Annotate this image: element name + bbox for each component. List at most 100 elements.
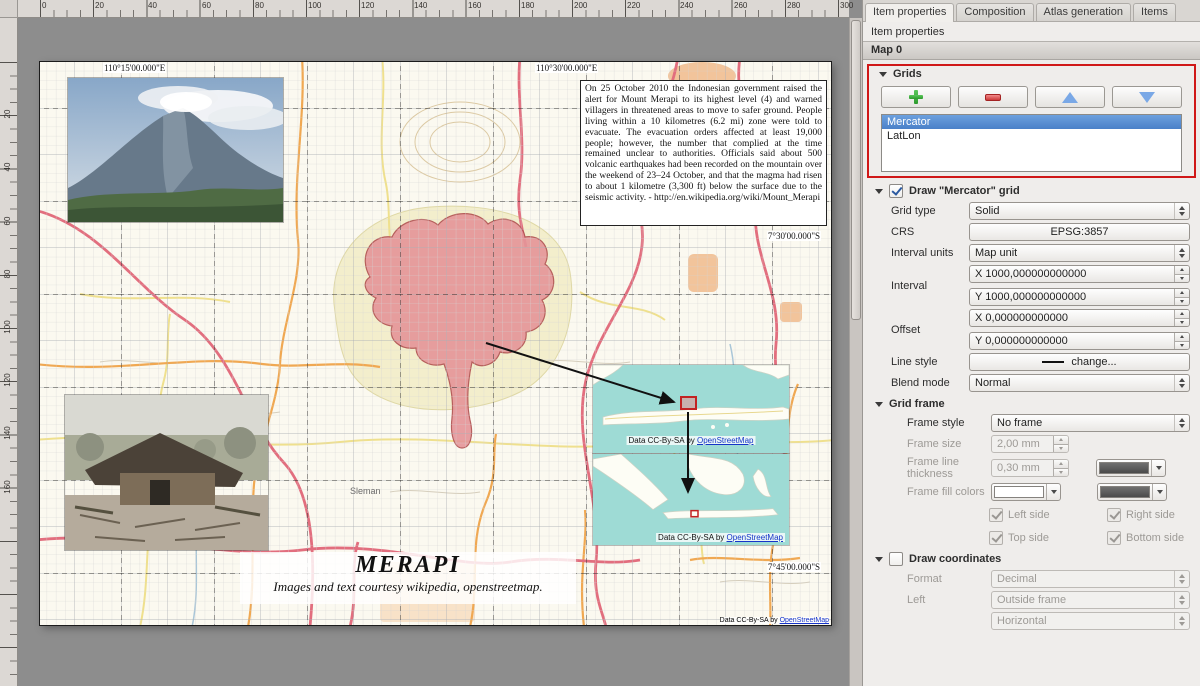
interval-y-input[interactable]: Y 1000,000000000000 (969, 288, 1190, 306)
frame-line-thickness-label: Frame line thickness (873, 456, 991, 480)
expander-icon (875, 557, 883, 562)
plus-icon (909, 90, 923, 104)
inset-map-indonesia[interactable]: Data CC-By-SA by OpenStreetMap (593, 454, 789, 545)
spin-buttons[interactable] (1174, 333, 1189, 349)
bottom-side-option[interactable]: Bottom side (1107, 531, 1192, 545)
ruler-mark: 60 (202, 1, 211, 10)
draw-grid-checkbox[interactable] (889, 184, 903, 198)
ruler-mark: 100 (3, 317, 13, 337)
ruler-mark: 300 (840, 1, 853, 10)
ruler-mark: 220 (627, 1, 640, 10)
tab-items[interactable]: Items (1133, 3, 1176, 21)
grid-frame-label: Grid frame (889, 398, 945, 410)
grids-group-header[interactable]: Grids (875, 66, 1188, 84)
dropdown-arrows-icon (1174, 245, 1189, 261)
interval-units-select[interactable]: Map unit (969, 244, 1190, 262)
left-frame-position-select[interactable]: Outside frame (991, 591, 1190, 609)
draw-coordinates-header[interactable]: Draw coordinates (875, 552, 1192, 566)
remove-grid-button[interactable] (958, 86, 1028, 108)
composition-canvas[interactable]: On 25 October 2010 the Indonesian govern… (18, 18, 849, 686)
map-title-item[interactable]: MERAPI Images and text courtesy wikipedi… (240, 552, 576, 604)
left-side-checkbox[interactable] (989, 508, 1003, 522)
spin-buttons[interactable] (1174, 266, 1189, 282)
spin-buttons[interactable] (1053, 436, 1068, 452)
dropdown-arrows-icon (1174, 415, 1189, 431)
volcano-photo[interactable] (68, 78, 283, 222)
dropdown-arrows-icon (1174, 592, 1189, 608)
map-subtitle: Images and text courtesy wikipedia, open… (240, 579, 576, 595)
up-arrow-icon (1062, 92, 1078, 103)
format-select[interactable]: Decimal (991, 570, 1190, 588)
ruler-mark: 0 (42, 1, 46, 10)
frame-line-thickness-input[interactable]: 0,30 mm (991, 459, 1069, 477)
draw-grid-row: Draw "Mercator" grid (875, 184, 1192, 198)
grid-coordinate-label: 110°15'00.000"E (103, 63, 166, 73)
scrollbar-thumb[interactable] (851, 20, 861, 320)
draw-coordinates-checkbox[interactable] (889, 552, 903, 566)
ruler-mark: 140 (414, 1, 427, 10)
openstreetmap-link[interactable]: OpenStreetMap (780, 617, 829, 624)
spin-buttons[interactable] (1174, 310, 1189, 326)
tab-item-properties[interactable]: Item properties (865, 3, 954, 22)
composition-page[interactable]: On 25 October 2010 the Indonesian govern… (40, 62, 831, 625)
grid-type-select[interactable]: Solid (969, 202, 1190, 220)
grid-coordinate-label: 7°30'00.000"S (767, 231, 821, 241)
grid-type-label: Grid type (873, 205, 969, 217)
draw-grid-label: Draw "Mercator" grid (909, 185, 1020, 197)
ruler-mark: 280 (787, 1, 800, 10)
grid-coordinate-label: 110°30'00.000"E (535, 63, 598, 73)
tab-atlas-generation[interactable]: Atlas generation (1036, 3, 1132, 21)
left-side-option[interactable]: Left side (989, 508, 1107, 522)
grid-coordinate-label: 7°45'00.000"S (767, 562, 821, 572)
info-text-item[interactable]: On 25 October 2010 the Indonesian govern… (580, 80, 827, 226)
bottom-side-checkbox[interactable] (1107, 531, 1121, 545)
move-grid-down-button[interactable] (1112, 86, 1182, 108)
ruler-mark: 40 (148, 1, 157, 10)
frame-fill-color2-button[interactable] (1097, 483, 1167, 501)
draw-coordinates-label: Draw coordinates (909, 553, 1001, 565)
frame-style-label: Frame style (873, 417, 991, 429)
line-style-change-button[interactable]: change... (969, 353, 1190, 371)
ruler-mark: 20 (95, 1, 104, 10)
offset-x-input[interactable]: X 0,000000000000 (969, 309, 1190, 327)
crs-button[interactable]: EPSG:3857 (969, 223, 1190, 241)
color-swatch (994, 486, 1044, 498)
offset-label: Offset (873, 324, 969, 336)
ruler-mark: 120 (361, 1, 374, 10)
openstreetmap-link[interactable]: OpenStreetMap (697, 436, 753, 445)
frame-line-color-button[interactable] (1096, 459, 1166, 477)
canvas-vertical-scrollbar[interactable] (849, 18, 862, 686)
move-grid-up-button[interactable] (1035, 86, 1105, 108)
right-side-checkbox[interactable] (1107, 508, 1121, 522)
line-style-label: Line style (873, 356, 969, 368)
frame-size-input[interactable]: 2,00 mm (991, 435, 1069, 453)
frame-size-label: Frame size (873, 438, 991, 450)
top-side-option[interactable]: Top side (989, 531, 1107, 545)
interval-label: Interval (873, 280, 969, 292)
offset-y-input[interactable]: Y 0,000000000000 (969, 332, 1190, 350)
destroyed-house-photo[interactable] (65, 395, 268, 550)
coordinate-direction-select[interactable]: Horizontal (991, 612, 1190, 630)
spin-buttons[interactable] (1174, 289, 1189, 305)
ruler-mark: 140 (3, 423, 13, 443)
grid-frame-section-header[interactable]: Grid frame (875, 398, 1192, 410)
blend-mode-select[interactable]: Normal (969, 374, 1190, 392)
frame-fill-colors-label: Frame fill colors (873, 486, 991, 498)
tab-composition[interactable]: Composition (956, 3, 1033, 21)
spin-buttons[interactable] (1053, 460, 1068, 476)
frame-style-select[interactable]: No frame (991, 414, 1190, 432)
top-side-checkbox[interactable] (989, 531, 1003, 545)
right-side-option[interactable]: Right side (1107, 508, 1192, 522)
openstreetmap-link[interactable]: OpenStreetMap (727, 533, 783, 542)
frame-fill-color1-button[interactable] (991, 483, 1061, 501)
ruler-mark: 200 (574, 1, 587, 10)
inset-attribution: Data CC-By-SA by OpenStreetMap (627, 436, 756, 445)
interval-x-input[interactable]: X 1000,000000000000 (969, 265, 1190, 283)
add-grid-button[interactable] (881, 86, 951, 108)
grid-list-item-latlon[interactable]: LatLon (882, 129, 1181, 143)
grid-list-item-mercator[interactable]: Mercator (882, 115, 1181, 129)
expander-icon[interactable] (875, 189, 883, 194)
inset-map-java[interactable]: Data CC-By-SA by OpenStreetMap (593, 365, 789, 453)
qgis-print-composer-window: 0 20 40 60 80 100 120 140 160 180 200 22… (0, 0, 1200, 686)
ruler-mark: 20 (3, 104, 13, 124)
